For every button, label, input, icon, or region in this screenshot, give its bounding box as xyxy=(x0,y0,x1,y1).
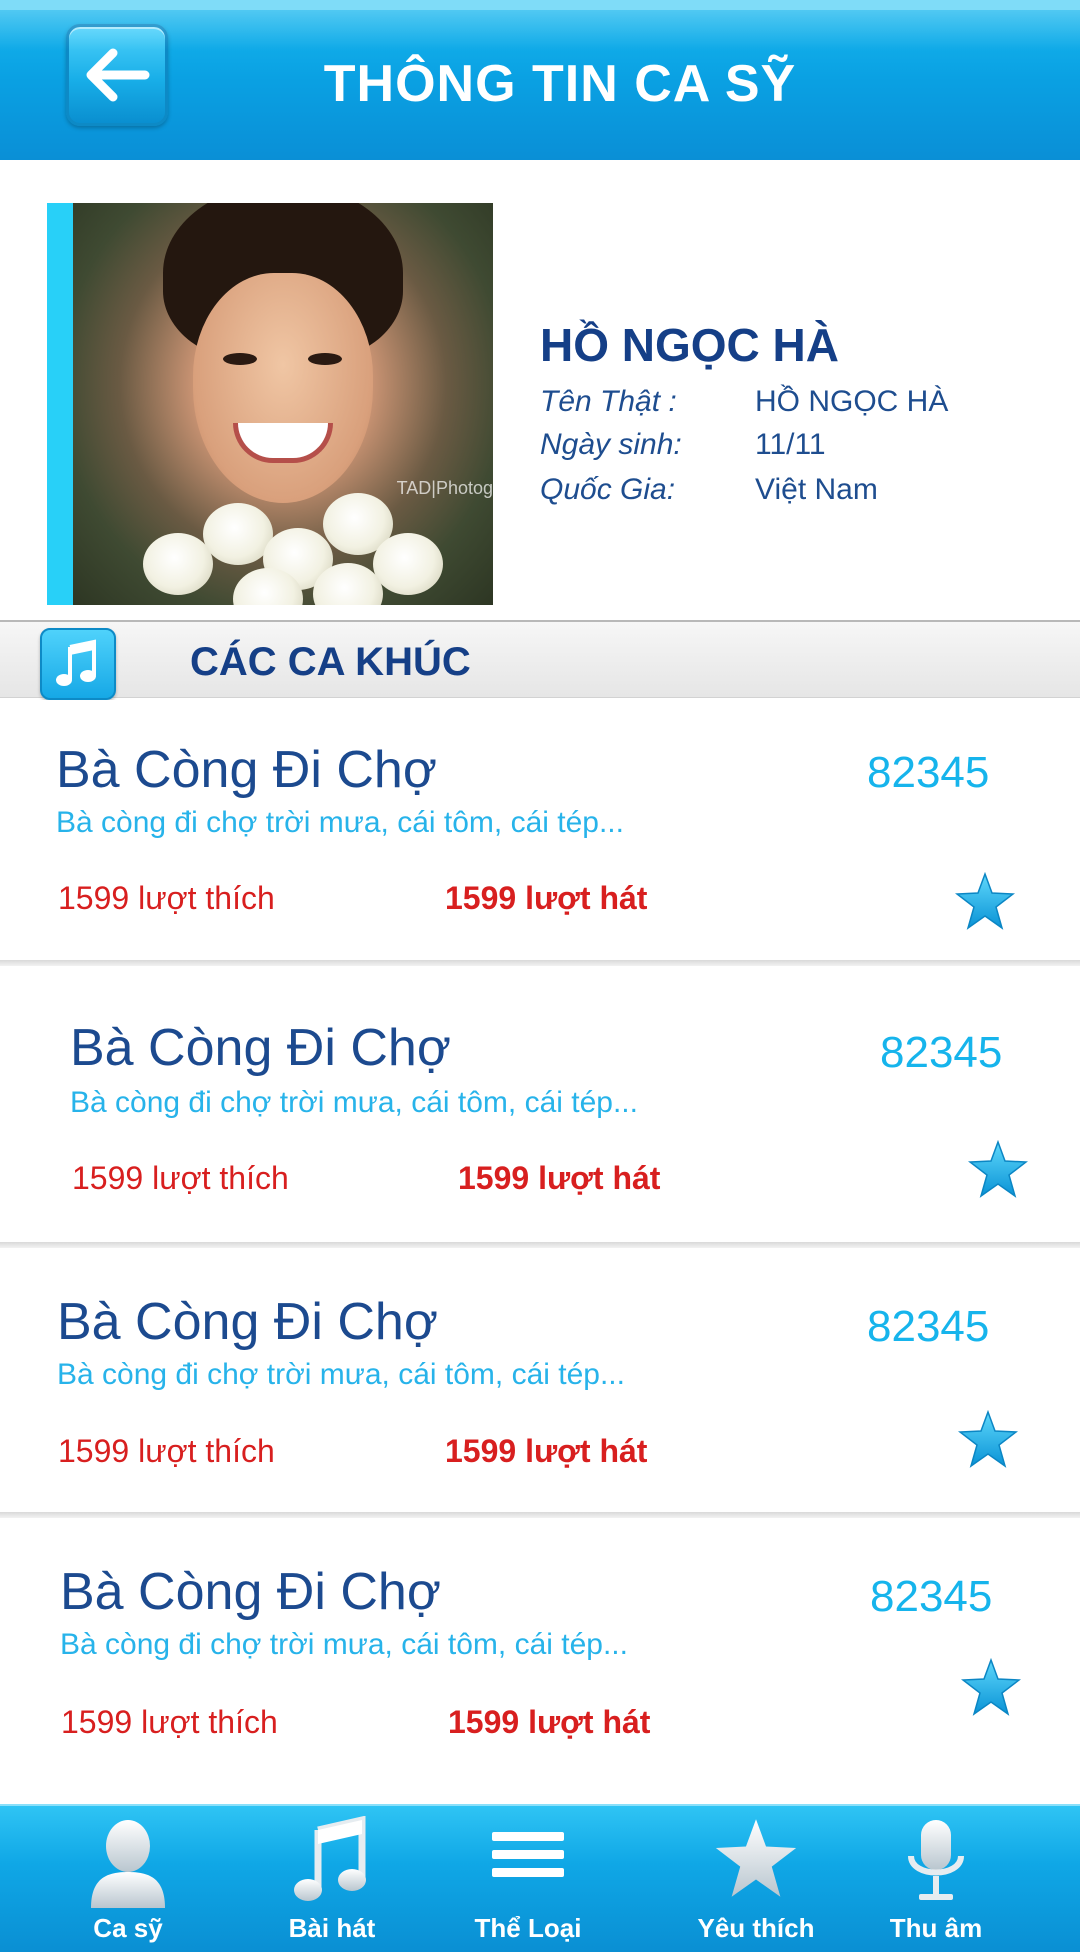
song-plays: 1599 lượt hát xyxy=(458,1160,661,1196)
song-likes: 1599 lượt thích xyxy=(61,1704,278,1740)
song-item[interactable]: Bà Còng Đi Chợ 82345 Bà còng đi chợ trời… xyxy=(0,1250,1080,1514)
song-lyric: Bà còng đi chợ trời mưa, cái tôm, cái té… xyxy=(70,1086,638,1119)
song-title: Bà Còng Đi Chợ xyxy=(57,1293,438,1351)
artist-name: HỒ NGỌC HÀ xyxy=(540,319,839,371)
song-code: 82345 xyxy=(880,1028,1003,1077)
favorite-star-icon[interactable] xyxy=(958,1410,1018,1468)
real-name-value: HỒ NGỌC HÀ xyxy=(755,385,949,418)
birthday-label: Ngày sinh: xyxy=(540,428,682,461)
song-code: 82345 xyxy=(870,1572,993,1621)
nav-item-categories[interactable]: Thể Loại xyxy=(458,1806,598,1952)
nav-item-favorites[interactable]: Yêu thích xyxy=(686,1806,826,1952)
nav-label: Bài hát xyxy=(288,1913,376,1943)
song-title: Bà Còng Đi Chợ xyxy=(70,1019,451,1077)
favorite-star-icon[interactable] xyxy=(968,1140,1028,1198)
song-lyric: Bà còng đi chợ trời mưa, cái tôm, cái té… xyxy=(56,806,624,839)
section-title: CÁC CA KHÚC xyxy=(190,640,471,684)
song-plays: 1599 lượt hát xyxy=(445,880,648,916)
country-value: Việt Nam xyxy=(755,473,878,506)
nav-item-songs[interactable]: Bài hát xyxy=(262,1806,402,1952)
song-plays: 1599 lượt hát xyxy=(448,1704,651,1740)
music-button[interactable] xyxy=(40,628,116,700)
nav-label: Thể Loại xyxy=(474,1913,582,1943)
nav-item-singers[interactable]: Ca sỹ xyxy=(58,1806,198,1952)
song-plays: 1599 lượt hát xyxy=(445,1433,648,1469)
song-likes: 1599 lượt thích xyxy=(72,1160,289,1196)
song-likes: 1599 lượt thích xyxy=(58,880,275,916)
song-title: Bà Còng Đi Chợ xyxy=(60,1563,441,1621)
artist-photo: TAD|Photog xyxy=(73,203,493,605)
menu-icon xyxy=(492,1832,564,1877)
song-lyric: Bà còng đi chợ trời mưa, cái tôm, cái té… xyxy=(57,1358,625,1391)
song-item[interactable]: Bà Còng Đi Chợ 82345 Bà còng đi chợ trời… xyxy=(0,700,1080,962)
nav-label: Yêu thích xyxy=(697,1913,815,1943)
bottom-navigation: Ca sỹ Bài hát Thể Loại Yêu thích Thu âm xyxy=(0,1804,1080,1952)
song-item[interactable]: Bà Còng Đi Chợ 82345 Bà còng đi chợ trời… xyxy=(0,1520,1080,1804)
song-lyric: Bà còng đi chợ trời mưa, cái tôm, cái té… xyxy=(60,1628,628,1661)
songs-section-header: CÁC CA KHÚC xyxy=(0,620,1080,700)
photo-accent-bar xyxy=(47,203,73,605)
music-note-icon xyxy=(294,1816,366,1901)
app-header: THÔNG TIN CA SỸ xyxy=(0,0,1080,160)
photo-watermark: TAD|Photog xyxy=(396,478,493,498)
page-title: THÔNG TIN CA SỸ xyxy=(323,55,797,113)
song-item[interactable]: Bà Còng Đi Chợ 82345 Bà còng đi chợ trời… xyxy=(0,968,1080,1242)
star-icon xyxy=(715,1819,797,1897)
nav-item-record[interactable]: Thu âm xyxy=(866,1806,1006,1952)
song-likes: 1599 lượt thích xyxy=(58,1433,275,1469)
favorite-star-icon[interactable] xyxy=(955,872,1015,930)
real-name-label: Tên Thật : xyxy=(540,385,677,418)
person-icon xyxy=(91,1820,165,1908)
nav-label: Ca sỹ xyxy=(93,1913,163,1943)
favorite-star-icon[interactable] xyxy=(961,1658,1021,1716)
song-code: 82345 xyxy=(867,748,990,797)
birthday-value: 11/11 xyxy=(755,428,826,461)
music-note-icon xyxy=(56,639,96,686)
microphone-icon xyxy=(908,1820,964,1900)
song-title: Bà Còng Đi Chợ xyxy=(56,741,437,799)
nav-label: Thu âm xyxy=(889,1913,983,1943)
country-label: Quốc Gia: xyxy=(540,473,676,506)
song-code: 82345 xyxy=(867,1302,990,1351)
